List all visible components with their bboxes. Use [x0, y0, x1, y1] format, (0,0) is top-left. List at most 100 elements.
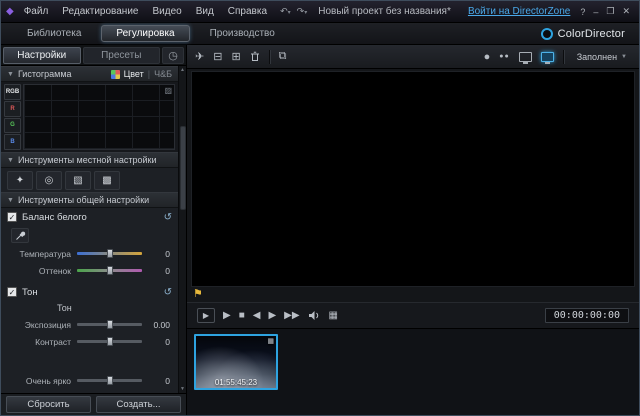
straighten-tool-button[interactable]: ✈	[195, 50, 204, 63]
reset-icon[interactable]: ↺	[164, 212, 172, 223]
white-balance-checkbox[interactable]: ✓	[7, 212, 17, 222]
local-tools: ✦ ◎ ▧ ▩	[1, 168, 178, 192]
tab-library[interactable]: Библиотека	[13, 26, 95, 41]
settings-scrollbar[interactable]: ▲ ▼	[178, 66, 186, 393]
timeline-clip[interactable]: ▦ 01:55:45:23	[194, 334, 278, 390]
split-compare-button[interactable]: ●●	[499, 53, 509, 60]
temperature-slider[interactable]	[77, 249, 142, 258]
chevron-down-icon: ▼	[621, 54, 627, 60]
timeline: ▦ 01:55:45:23	[187, 328, 639, 415]
tab-production[interactable]: Производство	[196, 26, 289, 41]
highlights-label: Очень ярко	[5, 376, 71, 386]
slider-thumb[interactable]	[107, 266, 113, 275]
play-button[interactable]: ▶	[223, 310, 231, 321]
project-title: Новый проект без названия*	[318, 6, 451, 17]
brights-label: Ярко	[5, 393, 71, 394]
menu-video[interactable]: Видео	[145, 4, 188, 19]
history-button[interactable]: ◷	[162, 47, 184, 64]
brand-name: ColorDirector	[558, 28, 625, 40]
channel-red-button[interactable]: R	[4, 101, 21, 117]
viewer-area: ✈ ⊟ ⊞ ⧉ ● ●● Заполнен ▼	[187, 45, 639, 415]
maximize-button[interactable]: ❐	[602, 6, 618, 17]
menu-file[interactable]: Файл	[17, 4, 56, 19]
menu-view[interactable]: Вид	[189, 4, 221, 19]
redo-icon[interactable]: ↷▾	[294, 6, 311, 17]
histogram-bw-toggle[interactable]: Ч&Б	[154, 69, 172, 79]
single-view-button[interactable]	[519, 52, 532, 62]
channel-blue-button[interactable]: B	[4, 134, 21, 150]
collapse-icon: ▼	[7, 157, 14, 164]
dual-view-button[interactable]	[541, 52, 554, 62]
local-tools-header[interactable]: ▼ Инструменты местной настройки	[1, 152, 178, 168]
zoom-fit-dropdown[interactable]: Заполнен ▼	[573, 51, 631, 63]
global-tools-header[interactable]: ▼ Инструменты общей настройки	[1, 192, 178, 208]
preview-player-button[interactable]: ▶	[197, 308, 215, 323]
trash-icon	[250, 51, 260, 62]
palette-icon	[111, 70, 120, 79]
tab-presets[interactable]: Пресеты	[83, 47, 161, 64]
help-button[interactable]: ?	[576, 7, 589, 17]
exposure-slider-row: Экспозиция 0.00	[1, 316, 178, 333]
minimize-button[interactable]: –	[589, 7, 602, 17]
slider-thumb[interactable]	[107, 376, 113, 385]
tone-checkbox[interactable]: ✓	[7, 287, 17, 297]
video-preview[interactable]	[191, 71, 635, 287]
contrast-slider[interactable]	[77, 337, 142, 346]
compare-view-button[interactable]: ●	[484, 51, 491, 63]
tint-value: 0	[148, 266, 170, 276]
panel-footer: Сбросить Создать...	[1, 393, 186, 415]
mode-bar: Библиотека Регулировка Производство Colo…	[1, 23, 639, 45]
local-tools-title: Инструменты местной настройки	[18, 155, 157, 165]
highlights-slider[interactable]	[77, 376, 142, 385]
histogram-header[interactable]: ▼ Гистограмма Цвет | Ч&Б	[1, 66, 178, 82]
directorzone-signin-link[interactable]: Войти на DirectorZone	[468, 6, 570, 17]
tab-settings[interactable]: Настройки	[3, 47, 81, 64]
slider-thumb[interactable]	[107, 249, 113, 258]
separator	[563, 50, 564, 64]
eyedropper-button[interactable]	[11, 228, 29, 243]
contrast-slider-row: Контраст 0	[1, 333, 178, 350]
loop-button[interactable]: ▦	[329, 310, 338, 321]
tint-label: Оттенок	[5, 266, 71, 276]
adjustment-panel: Настройки Пресеты ◷ ▼ Гистограмма Цвет |…	[1, 45, 187, 415]
volume-button[interactable]	[308, 310, 321, 321]
playhead-marker-icon[interactable]: ⚑	[193, 287, 203, 301]
trim-clip-button[interactable]: ⊞	[231, 50, 240, 63]
highlights-slider-row: Очень ярко 0	[1, 372, 178, 389]
reset-button[interactable]: Сбросить	[6, 396, 91, 413]
contrast-value: 0	[148, 337, 170, 347]
split-clip-button[interactable]: ⊟	[213, 50, 222, 63]
radial-filter-tool-button[interactable]: ◎	[36, 171, 62, 190]
delete-button[interactable]	[250, 51, 260, 62]
clock-icon: ◷	[168, 49, 178, 62]
gradient-mask-tool-button[interactable]: ▧	[65, 171, 91, 190]
slider-thumb[interactable]	[107, 320, 113, 329]
menu-edit[interactable]: Редактирование	[55, 4, 145, 19]
next-frame-button[interactable]: ▶	[268, 310, 276, 321]
histogram-options-icon[interactable]: ▨	[164, 86, 172, 95]
previous-frame-button[interactable]: ◀	[253, 310, 261, 321]
tab-adjustment[interactable]: Регулировка	[101, 25, 189, 42]
menu-help[interactable]: Справка	[221, 4, 274, 19]
mask-brush-tool-button[interactable]: ✦	[7, 171, 33, 190]
seek-row: ⚑	[187, 287, 639, 302]
reset-icon[interactable]: ↺	[164, 287, 172, 298]
histogram-color-toggle[interactable]: Цвет	[124, 69, 144, 79]
stop-button[interactable]: ■	[239, 310, 245, 321]
exposure-slider[interactable]	[77, 320, 142, 329]
temperature-value: 0	[148, 249, 170, 259]
channel-green-button[interactable]: G	[4, 118, 21, 134]
grid-mask-tool-button[interactable]: ▩	[94, 171, 120, 190]
tint-slider[interactable]	[77, 266, 142, 275]
scrollbar-thumb[interactable]	[180, 126, 186, 210]
create-preset-button[interactable]: Создать...	[96, 396, 181, 413]
scroll-up-icon[interactable]: ▲	[180, 66, 185, 74]
scroll-down-icon[interactable]: ▼	[180, 385, 185, 393]
fast-forward-button[interactable]: ▶▶	[284, 310, 299, 321]
channel-rgb-button[interactable]: RGB	[4, 84, 21, 100]
play-icon: ▶	[203, 311, 209, 320]
capture-frame-button[interactable]: ⧉	[279, 50, 287, 63]
slider-thumb[interactable]	[107, 337, 113, 346]
undo-icon[interactable]: ↶▾	[277, 6, 294, 17]
close-button[interactable]: ✕	[618, 6, 634, 17]
